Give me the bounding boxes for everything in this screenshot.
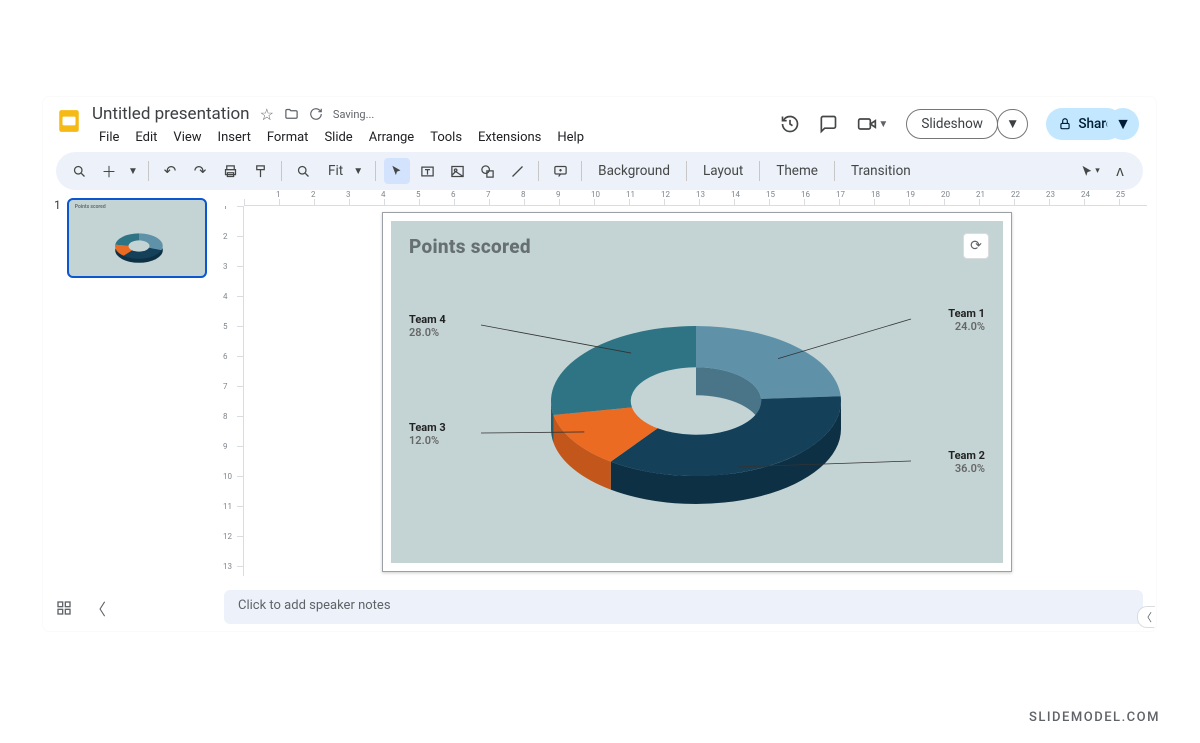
background-button[interactable]: Background (590, 163, 678, 179)
donut-chart (391, 221, 1001, 561)
theme-button[interactable]: Theme (768, 163, 826, 179)
slideshow-button[interactable]: Slideshow (906, 109, 998, 139)
saving-status: Saving... (333, 108, 374, 121)
document-title[interactable]: Untitled presentation (92, 104, 250, 124)
titlebar: Untitled presentation ☆ Saving... File E… (44, 98, 1155, 148)
slide-number: 1 (54, 198, 61, 278)
new-slide-button[interactable]: ＋ (96, 158, 122, 184)
history-icon[interactable] (780, 114, 800, 134)
transition-button[interactable]: Transition (843, 163, 919, 179)
side-panel-toggle[interactable]: 〈 (1137, 606, 1155, 628)
label-team2: Team 236.0% (948, 449, 985, 475)
redo-button[interactable]: ↷ (187, 158, 213, 184)
share-dropdown[interactable]: ▼ (1107, 108, 1139, 140)
menu-help[interactable]: Help (550, 128, 591, 147)
hide-menus-button[interactable]: ʌ (1107, 158, 1133, 184)
collapse-filmstrip-icon[interactable]: 〈 (90, 596, 106, 620)
menu-tools[interactable]: Tools (423, 128, 469, 147)
paint-format-button[interactable] (247, 158, 273, 184)
menu-extensions[interactable]: Extensions (471, 128, 548, 147)
menu-file[interactable]: File (92, 128, 126, 147)
watermark: SLIDEMODEL.COM (1029, 710, 1160, 725)
textbox-tool[interactable] (414, 158, 440, 184)
filmstrip: 1 Points scored (44, 190, 222, 584)
comments-icon[interactable] (818, 114, 838, 134)
line-tool[interactable] (504, 158, 530, 184)
menu-arrange[interactable]: Arrange (362, 128, 421, 147)
app-window: Untitled presentation ☆ Saving... File E… (43, 97, 1156, 631)
toolbar: ＋ ▼ ↶ ↷ Fit ▼ Background Layout Theme Tr… (56, 152, 1143, 190)
canvas-area: .123456789101112131415161718192021222324… (222, 190, 1155, 584)
zoom-dropdown[interactable]: ▼ (349, 158, 367, 184)
vertical-ruler: 1234567891011121314 (222, 206, 244, 576)
new-slide-dropdown[interactable]: ▼ (126, 158, 140, 184)
menubar: File Edit View Insert Format Slide Arran… (92, 128, 591, 147)
layout-button[interactable]: Layout (695, 163, 751, 179)
speaker-notes[interactable]: Click to add speaker notes (224, 590, 1143, 624)
menu-view[interactable]: View (166, 128, 208, 147)
menu-format[interactable]: Format (260, 128, 316, 147)
cloud-sync-icon (309, 107, 323, 121)
menu-slide[interactable]: Slide (317, 128, 359, 147)
slideshow-dropdown[interactable]: ▼ (997, 109, 1028, 139)
workspace: 1 Points scored (44, 190, 1155, 584)
refresh-chart-icon[interactable]: ⟳ (963, 233, 989, 259)
comment-tool[interactable] (547, 158, 573, 184)
slide-canvas[interactable]: Points scored ⟳ Team 124.0% Team 236.0% … (382, 212, 1012, 572)
image-tool[interactable] (444, 158, 470, 184)
undo-button[interactable]: ↶ (157, 158, 183, 184)
zoom-button[interactable] (290, 158, 316, 184)
chart-object[interactable]: Points scored ⟳ Team 124.0% Team 236.0% … (391, 221, 1003, 563)
menu-edit[interactable]: Edit (128, 128, 164, 147)
slides-logo-icon (56, 108, 82, 134)
pointer-mode-icon[interactable]: ▾ (1077, 158, 1103, 184)
select-tool[interactable] (384, 158, 410, 184)
lock-icon (1058, 117, 1072, 131)
meet-icon[interactable]: ▼ (856, 114, 888, 134)
zoom-level[interactable]: Fit (320, 163, 345, 179)
search-menus-icon[interactable] (66, 158, 92, 184)
move-folder-icon[interactable] (284, 107, 299, 122)
title-column: Untitled presentation ☆ Saving... File E… (92, 104, 591, 147)
slide-thumbnail-1[interactable]: Points scored (67, 198, 207, 278)
horizontal-ruler: .123456789101112131415161718192021222324… (244, 190, 1147, 206)
label-team1: Team 124.0% (948, 307, 985, 333)
shape-tool[interactable] (474, 158, 500, 184)
print-button[interactable] (217, 158, 243, 184)
label-team3: Team 312.0% (409, 421, 446, 447)
explore-grid-icon[interactable] (56, 596, 72, 620)
menu-insert[interactable]: Insert (211, 128, 258, 147)
chart-title: Points scored (409, 235, 531, 258)
star-icon[interactable]: ☆ (260, 105, 274, 124)
label-team4: Team 428.0% (409, 313, 446, 339)
